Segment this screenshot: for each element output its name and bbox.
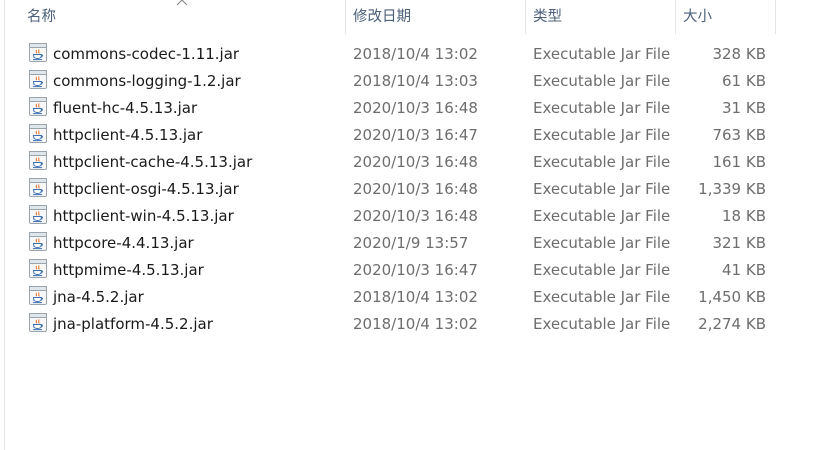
file-name-cell: httpclient-win-4.5.13.jar xyxy=(29,203,345,230)
file-type: Executable Jar File xyxy=(533,234,671,252)
file-size: 321 KB xyxy=(712,234,766,252)
file-date: 2018/10/4 13:02 xyxy=(353,45,478,63)
column-header-type[interactable]: 类型 xyxy=(526,0,675,34)
file-row[interactable]: httpclient-cache-4.5.13.jar 2020/10/3 16… xyxy=(0,149,819,176)
column-header-name-label: 名称 xyxy=(27,9,56,25)
file-date: 2018/10/4 13:02 xyxy=(353,288,478,306)
column-header-type-label: 类型 xyxy=(533,9,562,25)
file-type: Executable Jar File xyxy=(533,99,671,117)
file-date: 2020/1/9 13:57 xyxy=(353,234,469,252)
file-name-cell: fluent-hc-4.5.13.jar xyxy=(29,95,345,122)
java-jar-icon xyxy=(29,178,47,197)
file-size: 41 KB xyxy=(722,261,766,279)
file-type: Executable Jar File xyxy=(533,180,671,198)
column-header-date-label: 修改日期 xyxy=(353,9,411,25)
file-size: 31 KB xyxy=(722,99,766,117)
column-header-size[interactable]: 大小 xyxy=(676,0,775,34)
file-size: 161 KB xyxy=(712,153,766,171)
file-size: 1,450 KB xyxy=(698,288,766,306)
file-name: commons-logging-1.2.jar xyxy=(53,72,241,90)
file-name: commons-codec-1.11.jar xyxy=(53,45,240,63)
file-row[interactable]: commons-codec-1.11.jar 2018/10/4 13:02 E… xyxy=(0,41,819,68)
file-date: 2020/10/3 16:47 xyxy=(353,126,478,144)
file-row[interactable]: httpclient-win-4.5.13.jar 2020/10/3 16:4… xyxy=(0,203,819,230)
file-name: httpcore-4.4.13.jar xyxy=(53,234,194,252)
file-row[interactable]: httpcore-4.4.13.jar 2020/1/9 13:57 Execu… xyxy=(0,230,819,257)
file-name-cell: commons-codec-1.11.jar xyxy=(29,41,345,68)
file-size: 18 KB xyxy=(722,207,766,225)
java-jar-icon xyxy=(29,232,47,251)
file-type: Executable Jar File xyxy=(533,45,671,63)
file-type: Executable Jar File xyxy=(533,153,671,171)
file-date: 2018/10/4 13:02 xyxy=(353,315,478,333)
column-header-date[interactable]: 修改日期 xyxy=(346,0,525,34)
file-date: 2020/10/3 16:48 xyxy=(353,180,478,198)
java-jar-icon xyxy=(29,97,47,116)
file-size: 328 KB xyxy=(712,45,766,63)
file-date: 2020/10/3 16:47 xyxy=(353,261,478,279)
file-name-cell: httpclient-cache-4.5.13.jar xyxy=(29,149,345,176)
file-name: httpclient-cache-4.5.13.jar xyxy=(53,153,253,171)
file-name-cell: httpclient-osgi-4.5.13.jar xyxy=(29,176,345,203)
file-row[interactable]: httpclient-4.5.13.jar 2020/10/3 16:47 Ex… xyxy=(0,122,819,149)
file-size: 1,339 KB xyxy=(698,180,766,198)
file-type: Executable Jar File xyxy=(533,261,671,279)
java-jar-icon xyxy=(29,286,47,305)
file-size: 2,274 KB xyxy=(698,315,766,333)
file-name: httpclient-4.5.13.jar xyxy=(53,126,203,144)
file-name: httpmime-4.5.13.jar xyxy=(53,261,204,279)
file-name: httpclient-osgi-4.5.13.jar xyxy=(53,180,239,198)
file-row[interactable]: httpclient-osgi-4.5.13.jar 2020/10/3 16:… xyxy=(0,176,819,203)
file-name: fluent-hc-4.5.13.jar xyxy=(53,99,198,117)
column-header-bar: 名称 修改日期 类型 大小 xyxy=(0,0,819,34)
java-jar-icon xyxy=(29,43,47,62)
file-type: Executable Jar File xyxy=(533,315,671,333)
file-row[interactable]: commons-logging-1.2.jar 2018/10/4 13:03 … xyxy=(0,68,819,95)
file-name: httpclient-win-4.5.13.jar xyxy=(53,207,234,225)
file-date: 2018/10/4 13:03 xyxy=(353,72,478,90)
file-name-cell: jna-platform-4.5.2.jar xyxy=(29,311,345,338)
file-list: commons-codec-1.11.jar 2018/10/4 13:02 E… xyxy=(0,41,819,338)
column-separator[interactable] xyxy=(775,0,776,34)
file-type: Executable Jar File xyxy=(533,288,671,306)
column-header-size-label: 大小 xyxy=(683,9,712,25)
file-row[interactable]: httpmime-4.5.13.jar 2020/10/3 16:47 Exec… xyxy=(0,257,819,284)
file-row[interactable]: jna-4.5.2.jar 2018/10/4 13:02 Executable… xyxy=(0,284,819,311)
file-name-cell: jna-4.5.2.jar xyxy=(29,284,345,311)
java-jar-icon xyxy=(29,70,47,89)
file-size: 61 KB xyxy=(722,72,766,90)
file-name: jna-4.5.2.jar xyxy=(53,288,144,306)
file-row[interactable]: jna-platform-4.5.2.jar 2018/10/4 13:02 E… xyxy=(0,311,819,338)
file-name-cell: httpmime-4.5.13.jar xyxy=(29,257,345,284)
file-type: Executable Jar File xyxy=(533,72,671,90)
java-jar-icon xyxy=(29,124,47,143)
file-name-cell: commons-logging-1.2.jar xyxy=(29,68,345,95)
file-name: jna-platform-4.5.2.jar xyxy=(53,315,213,333)
java-jar-icon xyxy=(29,151,47,170)
file-name-cell: httpcore-4.4.13.jar xyxy=(29,230,345,257)
file-date: 2020/10/3 16:48 xyxy=(353,99,478,117)
file-date: 2020/10/3 16:48 xyxy=(353,207,478,225)
chevron-up-icon xyxy=(176,0,188,6)
file-type: Executable Jar File xyxy=(533,207,671,225)
file-date: 2020/10/3 16:48 xyxy=(353,153,478,171)
java-jar-icon xyxy=(29,259,47,278)
file-type: Executable Jar File xyxy=(533,126,671,144)
file-name-cell: httpclient-4.5.13.jar xyxy=(29,122,345,149)
file-size: 763 KB xyxy=(712,126,766,144)
file-row[interactable]: fluent-hc-4.5.13.jar 2020/10/3 16:48 Exe… xyxy=(0,95,819,122)
java-jar-icon xyxy=(29,205,47,224)
java-jar-icon xyxy=(29,313,47,332)
